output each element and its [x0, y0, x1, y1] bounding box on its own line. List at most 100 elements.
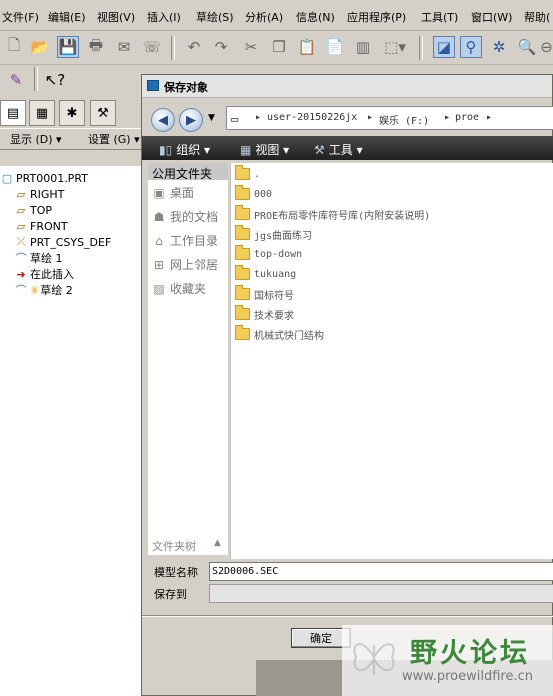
send-icon[interactable]: ✉: [113, 36, 135, 58]
views-button[interactable]: ▦ 视图 ▾: [240, 141, 289, 158]
settings-dropdown[interactable]: 设置 (G) ▾: [88, 131, 140, 147]
menu-sketch[interactable]: 草绘(S): [196, 9, 234, 25]
model-name-field[interactable]: [209, 562, 553, 581]
menu-window[interactable]: 窗口(W): [471, 9, 512, 25]
list-item[interactable]: jgs曲面练习: [235, 225, 312, 243]
menu-applications[interactable]: 应用程序(P): [347, 9, 406, 25]
tree-item[interactable]: ➜ 在此插入: [14, 266, 74, 282]
folder-icon: [235, 325, 250, 340]
list-item[interactable]: 机械式快门结构: [235, 325, 324, 343]
back-icon[interactable]: ◀: [151, 108, 175, 132]
menu-tools[interactable]: 工具(T): [421, 9, 458, 25]
desktop-icon: ▣: [153, 185, 165, 200]
list-item[interactable]: tukuang: [235, 265, 296, 283]
watermark-title: 野火论坛: [410, 638, 530, 669]
zoom-icon[interactable]: 🔍: [516, 36, 538, 58]
layer-tab[interactable]: ▦: [29, 100, 55, 126]
nav-item-label: 桌面: [170, 186, 195, 200]
datum-plane-icon: ▱: [16, 219, 26, 233]
views-label: 视图: [255, 143, 280, 157]
list-item[interactable]: 技术要求: [235, 305, 294, 323]
tree-item[interactable]: ▱ RIGHT: [14, 186, 65, 202]
menu-insert[interactable]: 插入(I): [147, 9, 181, 25]
menu-file[interactable]: 文件(F): [2, 9, 39, 25]
view-orient-icon[interactable]: ✲: [488, 36, 510, 58]
paste-icon[interactable]: 📋: [296, 36, 318, 58]
list-item[interactable]: 国标符号: [235, 285, 294, 303]
nav-my-documents[interactable]: ☗ 我的文档: [152, 208, 218, 225]
tree-item[interactable]: ⤫ PRT_CSYS_DEF: [14, 234, 112, 250]
tools-button[interactable]: ⚒ 工具 ▾: [314, 141, 363, 158]
dialog-titlebar[interactable]: 保存对象: [142, 75, 552, 98]
zoom-out-icon[interactable]: ⊖: [540, 36, 553, 58]
select-box-icon[interactable]: ⬚▾: [380, 36, 410, 58]
folder-tab[interactable]: ✱: [59, 100, 85, 126]
favorites-tab[interactable]: ⚒: [90, 100, 116, 126]
mail-icon[interactable]: ☏: [141, 36, 163, 58]
collapse-up-icon: ▲: [214, 538, 221, 548]
organize-button[interactable]: ▮▯ 组织 ▾: [159, 141, 210, 158]
tree-item-label: PRT_CSYS_DEF: [30, 235, 112, 249]
tree-item[interactable]: ▢ PRT0001.PRT: [0, 170, 88, 186]
address-chevron-icon: ▸: [367, 112, 374, 123]
folder-tree-toggle[interactable]: 文件夹树 ▲: [148, 535, 228, 555]
tools-icon: ⚒: [314, 143, 325, 157]
tree-item[interactable]: ⌒ ✳ 草绘 2: [14, 282, 73, 298]
folder-icon: [235, 245, 250, 260]
sketch-tool-icon[interactable]: ✎: [3, 67, 29, 93]
tree-item-label: TOP: [30, 203, 53, 217]
model-tree-tab[interactable]: ▤: [0, 100, 26, 126]
open-icon[interactable]: 📂: [29, 36, 51, 58]
tree-item-label: FRONT: [30, 219, 68, 233]
recent-locations-icon[interactable]: ▼: [208, 113, 215, 123]
menu-edit[interactable]: 编辑(E): [48, 9, 86, 25]
organize-icon: ▮▯: [159, 143, 173, 157]
file-name: 机械式快门结构: [254, 330, 324, 342]
paste-special-icon[interactable]: 📄: [324, 36, 346, 58]
forum-watermark: 野火论坛 www.proewildfire.cn: [342, 625, 553, 696]
forward-icon[interactable]: ▶: [179, 108, 203, 132]
folder-outline-icon: ▭: [231, 112, 239, 126]
address-segment[interactable]: 娱乐 (F:): [379, 112, 429, 127]
tree-item-label: 在此插入: [30, 268, 74, 281]
menu-view[interactable]: 视图(V): [97, 9, 135, 25]
undo-icon[interactable]: ↶: [183, 36, 205, 58]
list-item[interactable]: .: [235, 165, 260, 183]
nav-network[interactable]: ⊞ 网上邻居: [152, 256, 218, 273]
menu-info[interactable]: 信息(N): [296, 9, 335, 25]
folder-icon: [235, 265, 250, 280]
whats-this-icon[interactable]: ↖?: [42, 67, 68, 93]
tree-item[interactable]: ▱ FRONT: [14, 218, 68, 234]
new-icon[interactable]: 🗋: [3, 36, 25, 58]
list-item[interactable]: PROE布局零件库符号库(内附安装说明): [235, 205, 430, 223]
save-icon[interactable]: 💾: [57, 36, 79, 58]
tree-item[interactable]: ⌒ 草绘 1: [14, 250, 63, 266]
address-bar[interactable]: ▭ ▸ user-20150226jx ▸ 娱乐 (F:) ▸ proe ▸: [226, 106, 553, 130]
menu-help[interactable]: 帮助(: [524, 9, 550, 25]
address-segment[interactable]: proe: [455, 112, 479, 123]
nav-desktop[interactable]: ▣ 桌面: [152, 184, 194, 201]
display-dropdown[interactable]: 显示 (D) ▾: [10, 131, 62, 147]
common-folders-header: 公用文件夹: [148, 163, 228, 181]
sketch-mode-icon[interactable]: ⚲: [460, 36, 482, 58]
views-icon: ▦: [240, 143, 252, 157]
print-icon[interactable]: 🖶: [85, 36, 107, 58]
regenerate-icon[interactable]: ▥: [352, 36, 374, 58]
redo-icon[interactable]: ↷: [210, 36, 232, 58]
menu-analysis[interactable]: 分析(A): [245, 9, 283, 25]
tools-label: 工具: [328, 143, 353, 157]
list-item[interactable]: 000: [235, 185, 272, 203]
cut-icon[interactable]: ✂: [240, 36, 262, 58]
list-item[interactable]: top-down: [235, 245, 302, 263]
datum-plane-icon: ▱: [16, 187, 26, 201]
dialog-divider: [142, 615, 553, 617]
insert-here-icon: ➜: [16, 267, 26, 281]
tree-item[interactable]: ▱ TOP: [14, 202, 52, 218]
nav-favorites[interactable]: ▨ 收藏夹: [152, 280, 206, 297]
address-segment[interactable]: user-20150226jx: [267, 112, 357, 123]
datum-display-icon[interactable]: ◪: [433, 36, 455, 58]
save-to-field[interactable]: [209, 584, 553, 603]
common-folders-pane: 公用文件夹 ▣ 桌面 ☗ 我的文档 ⌂ 工作目录 ⊞ 网上邻居 ▨ 收藏夹: [148, 163, 228, 555]
copy-icon[interactable]: ❐: [268, 36, 290, 58]
nav-working-directory[interactable]: ⌂ 工作目录: [152, 232, 218, 249]
